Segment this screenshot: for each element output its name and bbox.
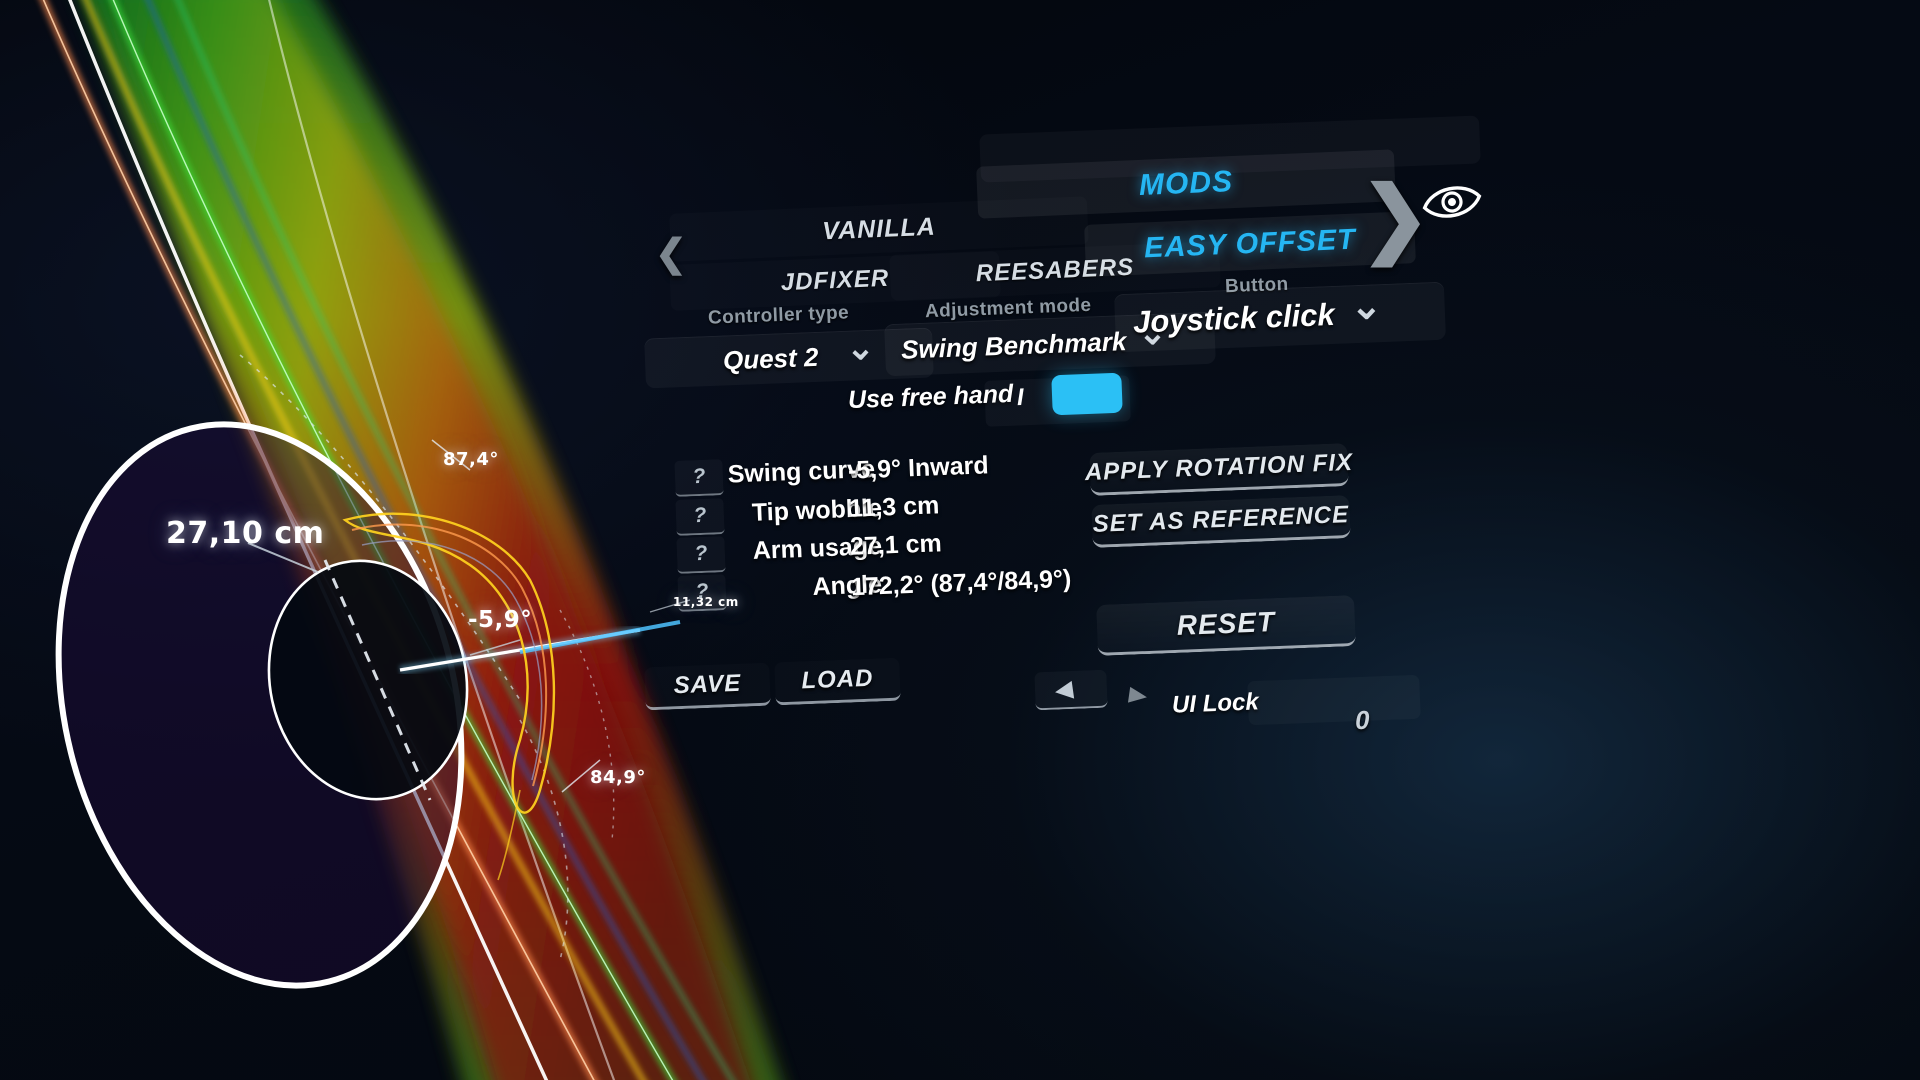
controller-type-value: Quest 2 xyxy=(722,341,819,376)
load-button[interactable]: LOAD xyxy=(774,657,901,706)
viz-angle-a-label: 87,4° xyxy=(443,449,499,470)
viz-swing-curve-label: -5,9° xyxy=(468,607,533,633)
adjustment-mode-value: Swing Benchmark xyxy=(900,325,1127,365)
viz-arm-usage-label: 27,10 cm xyxy=(166,516,325,551)
tab-vanilla-label: VANILLA xyxy=(821,212,937,245)
settings-panel: VANILLA MODS JDFIXER REESABERS EASY OFFS… xyxy=(644,120,1920,950)
ui-lock-value: 0 xyxy=(1354,704,1371,736)
stat-value-angle: 172,2° (87,4°/84,9°) xyxy=(850,564,1072,602)
ui-lock-value-box[interactable] xyxy=(1247,675,1421,726)
help-glyph: ? xyxy=(695,579,709,604)
tab-jdfixer-label: JDFIXER xyxy=(780,264,890,297)
use-free-hand-separator: I xyxy=(1016,383,1025,412)
apply-rotation-fix-button[interactable]: APPLY ROTATION FIX xyxy=(1084,443,1353,496)
stat-value-arm-usage: 27,1 cm xyxy=(849,529,943,561)
eye-icon[interactable] xyxy=(1420,180,1484,229)
button-value: Joystick click xyxy=(1132,296,1336,340)
reset-button[interactable]: RESET xyxy=(1096,595,1356,656)
reset-label: RESET xyxy=(1176,606,1276,641)
chevron-down-icon: ⌄ xyxy=(845,328,876,368)
set-as-reference-label: SET AS REFERENCE xyxy=(1092,501,1350,538)
help-button-tip-wobble[interactable]: ? xyxy=(675,498,725,536)
help-button-angle[interactable]: ? xyxy=(677,574,727,612)
controller-type-label: Controller type xyxy=(707,302,850,329)
set-as-reference-button[interactable]: SET AS REFERENCE xyxy=(1091,495,1351,548)
stat-value-swing-curve: -5,9° Inward xyxy=(847,451,990,485)
help-glyph: ? xyxy=(692,464,706,489)
ui-lock-label: UI Lock xyxy=(1171,688,1260,719)
use-free-hand-toggle-knob[interactable] xyxy=(1051,372,1123,416)
viz-angle-b-label: 84,9° xyxy=(590,767,646,788)
chevron-down-icon: ⌄ xyxy=(1349,284,1383,328)
vr-screen: 27,10 cm -5,9° 87,4° 84,9° 11,32 cm VANI… xyxy=(0,0,1920,1080)
tab-easy-offset-label: EASY OFFSET xyxy=(1143,223,1357,264)
stat-value-tip-wobble: 11,3 cm xyxy=(848,491,940,523)
tab-mods-label: MODS xyxy=(1138,165,1234,202)
load-label: LOAD xyxy=(800,664,874,695)
button-dropdown[interactable]: Joystick click ⌄ xyxy=(1114,281,1446,353)
left-triangle-icon[interactable] xyxy=(1053,680,1075,702)
save-button[interactable]: SAVE xyxy=(644,662,771,711)
save-label: SAVE xyxy=(673,669,742,700)
help-glyph: ? xyxy=(693,503,707,528)
help-glyph: ? xyxy=(694,541,708,566)
help-button-arm-usage[interactable]: ? xyxy=(676,536,726,574)
right-triangle-icon[interactable] xyxy=(1127,686,1149,706)
apply-rotation-fix-label: APPLY ROTATION FIX xyxy=(1084,448,1354,487)
prev-page-arrow[interactable]: ❮ xyxy=(655,235,687,273)
